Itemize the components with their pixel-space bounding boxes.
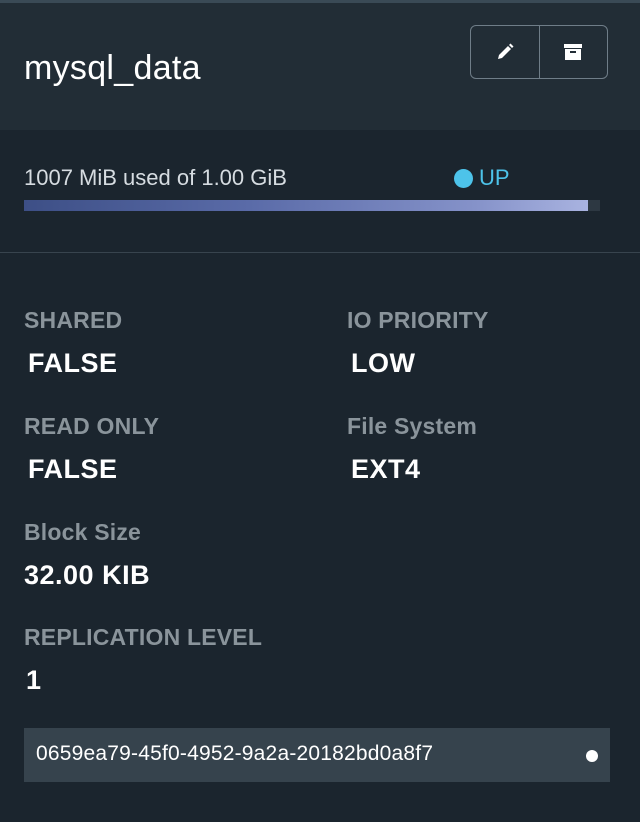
volume-id: 0659ea79-45f0-4952-9a2a-20182bd0a8f7 (36, 742, 434, 765)
usage-text: 1007 MiB used of 1.00 GiB (24, 165, 287, 190)
volume-id-box[interactable]: 0659ea79-45f0-4952-9a2a-20182bd0a8f7 (24, 728, 610, 782)
field-block-size: Block Size 32.00 KIB (24, 519, 150, 591)
field-replication-level: REPLICATION LEVEL 1 (24, 624, 262, 696)
action-button-group (470, 25, 608, 79)
field-label: File System (347, 413, 478, 439)
field-value: LOW (351, 348, 416, 378)
section-divider (0, 252, 640, 253)
field-shared: SHARED FALSE (24, 307, 122, 379)
field-value: EXT4 (351, 454, 421, 484)
field-label: Block Size (24, 519, 142, 545)
field-label: READ ONLY (24, 413, 160, 439)
usage-progress-bar (24, 200, 600, 211)
field-value: 1 (26, 665, 42, 695)
archive-button[interactable] (538, 26, 608, 78)
field-io-priority: IO PRIORITY LOW (347, 307, 489, 379)
volume-header: mysql_data (0, 3, 640, 130)
status-badge: UP (454, 165, 510, 191)
field-read-only: READ ONLY FALSE (24, 413, 159, 485)
edit-button[interactable] (471, 26, 539, 78)
pencil-icon (497, 43, 514, 59)
usage-progress-fill (24, 200, 589, 211)
status-label: UP (479, 165, 510, 190)
field-value: 32.00 KIB (24, 560, 151, 590)
status-indicator-icon (586, 750, 598, 762)
field-label: SHARED (24, 307, 123, 333)
usage-row: 1007 MiB used of 1.00 GiB UP (24, 163, 600, 193)
volume-title: mysql_data (24, 49, 201, 87)
field-label: REPLICATION LEVEL (24, 624, 263, 650)
field-file-system: File System EXT4 (347, 413, 477, 485)
field-label: IO PRIORITY (347, 307, 489, 333)
status-dot-icon (454, 168, 473, 188)
field-value: FALSE (28, 348, 118, 378)
field-value: FALSE (28, 454, 118, 484)
archive-icon (564, 44, 583, 60)
